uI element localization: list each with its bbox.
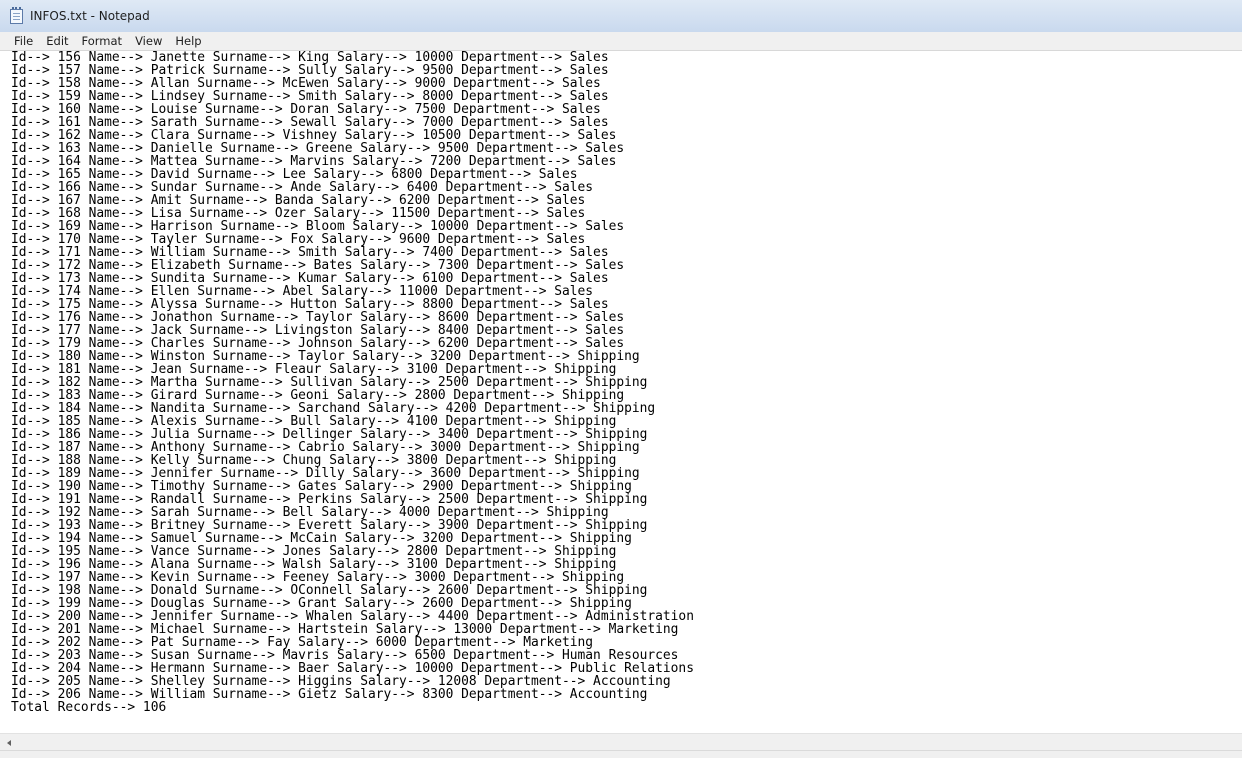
horizontal-scrollbar[interactable]	[0, 733, 1242, 751]
scroll-left-arrow-icon	[6, 739, 11, 746]
text-editor-area[interactable]: Id--> 156 Name--> Janette Surname--> Kin…	[0, 51, 1242, 733]
menu-help[interactable]: Help	[169, 32, 207, 50]
window-title: INFOS.txt - Notepad	[30, 9, 150, 23]
title-bar: INFOS.txt - Notepad	[0, 0, 1242, 33]
menu-file[interactable]: File	[8, 32, 39, 50]
menu-edit[interactable]: Edit	[40, 32, 74, 50]
text-line: Total Records--> 106	[11, 700, 167, 715]
menu-view[interactable]: View	[129, 32, 168, 50]
menu-format[interactable]: Format	[76, 32, 129, 50]
scroll-left-button[interactable]	[0, 734, 17, 751]
menu-bar: File Edit Format View Help	[0, 32, 1242, 51]
notepad-icon	[10, 7, 23, 24]
text-content: Id--> 156 Name--> Janette Surname--> Kin…	[11, 51, 694, 714]
